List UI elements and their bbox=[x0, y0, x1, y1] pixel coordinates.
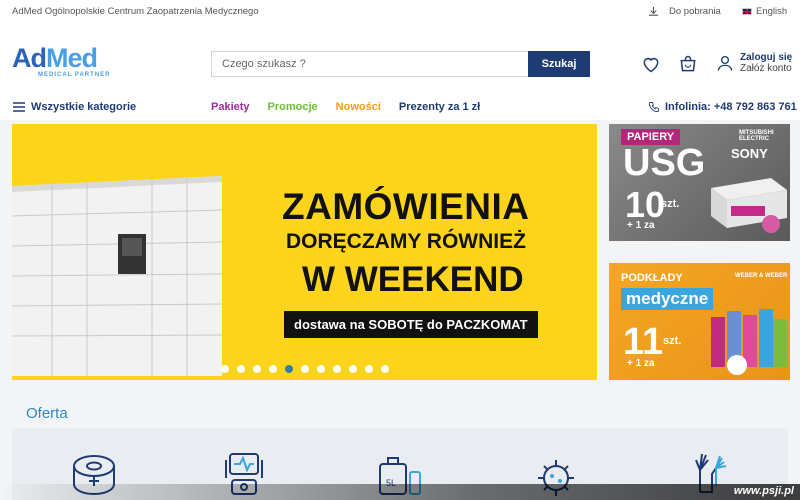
promo2-unit: szt. bbox=[663, 335, 682, 347]
nav-links: Pakiety Promocje Nowości Prezenty za 1 zł bbox=[211, 101, 480, 113]
nav-link-2[interactable]: Promocje bbox=[268, 101, 318, 113]
slider-dots bbox=[221, 365, 389, 373]
main-nav: Wszystkie kategorie Pakiety Promocje Nowoś… bbox=[0, 96, 800, 120]
top-bar: AdMed Ogólnopolskie Centrum Zaopatrzenia… bbox=[0, 0, 800, 24]
watermark-text: www.psji.pl bbox=[733, 485, 794, 497]
promo2-brand: WEBER & WEBER bbox=[735, 273, 788, 279]
promo-medical-pads[interactable]: PODKŁADY medyczne 11 szt. + 1 za WEBER &… bbox=[609, 263, 790, 380]
hero-line-2: DORĘCZAMY RÓWNIEŻ bbox=[286, 230, 526, 253]
login-link[interactable]: Zaloguj się bbox=[740, 52, 792, 63]
promo1-brand-sony: SONY bbox=[731, 146, 768, 161]
language-label: English bbox=[756, 6, 788, 17]
slider-dot[interactable] bbox=[221, 365, 229, 373]
phone-icon bbox=[649, 102, 659, 112]
pad-rolls-illustration bbox=[711, 309, 787, 375]
downloads-label: Do pobrania bbox=[669, 6, 721, 17]
register-link[interactable]: Załóż konto bbox=[740, 63, 792, 74]
uk-flag-icon bbox=[742, 8, 752, 15]
account-menu[interactable]: Zaloguj się Załóż konto bbox=[716, 52, 792, 74]
promo2-tag: PODKŁADY bbox=[621, 272, 683, 284]
logo-wordmark: AdMed bbox=[12, 43, 98, 73]
nav-link-1[interactable]: Pakiety bbox=[211, 101, 250, 113]
search-button[interactable]: Szukaj bbox=[528, 51, 590, 77]
downloads-link[interactable]: Do pobrania bbox=[648, 6, 721, 17]
search-input[interactable] bbox=[211, 51, 528, 77]
hero-line-1: ZAMÓWIENIA bbox=[282, 186, 530, 227]
promo-ultrasound-paper[interactable]: PAPIERY USG 10 szt. + 1 za SONY MITSUBIS… bbox=[609, 124, 790, 241]
promo1-unit: szt. bbox=[661, 198, 680, 210]
search-bar: Szukaj bbox=[211, 51, 590, 77]
slider-dot[interactable] bbox=[365, 365, 373, 373]
promo1-brand-mitsubishi: MITSUBISHI ELECTRIC bbox=[739, 130, 774, 142]
hotline-label: Infolinia: +48 792 863 761 bbox=[665, 101, 797, 113]
header: AdMed MEDICAL PARTNER Szukaj Zaloguj się… bbox=[0, 24, 800, 96]
heart-icon[interactable] bbox=[641, 54, 661, 74]
cart-bag-icon[interactable] bbox=[678, 54, 698, 74]
all-categories-label: Wszystkie kategorie bbox=[31, 101, 137, 113]
logo-tagline: MEDICAL PARTNER bbox=[38, 72, 111, 78]
hero-line-4: dostawa na SOBOTĘ do PACZKOMAT bbox=[284, 311, 538, 338]
nav-link-3[interactable]: Nowości bbox=[336, 101, 381, 113]
promo2-title: medyczne bbox=[621, 288, 714, 310]
offer-heading: Oferta bbox=[26, 405, 68, 422]
slider-dot[interactable] bbox=[269, 365, 277, 373]
promo1-bonus: + 1 za bbox=[627, 220, 655, 231]
promo1-title: USG bbox=[623, 142, 706, 184]
hamburger-icon bbox=[13, 102, 25, 112]
company-name: AdMed Ogólnopolskie Centrum Zaopatrzenia… bbox=[12, 6, 259, 17]
slider-dot[interactable] bbox=[333, 365, 341, 373]
slider-dot[interactable] bbox=[349, 365, 357, 373]
parcel-locker-illustration bbox=[12, 176, 222, 376]
slider-dot[interactable] bbox=[301, 365, 309, 373]
user-icon bbox=[717, 55, 733, 71]
slider-dot[interactable] bbox=[285, 365, 293, 373]
hotline[interactable]: Infolinia: +48 792 863 761 bbox=[648, 101, 797, 113]
slider-dot[interactable] bbox=[381, 365, 389, 373]
slider-dot[interactable] bbox=[237, 365, 245, 373]
slider-dot[interactable] bbox=[253, 365, 261, 373]
download-icon bbox=[648, 6, 659, 16]
hero-line-3: W WEEKEND bbox=[302, 260, 524, 299]
hero-banner[interactable]: ZAMÓWIENIA DORĘCZAMY RÓWNIEŻ W WEEKEND d… bbox=[12, 124, 597, 380]
watermark: www.psji.pl bbox=[0, 484, 800, 500]
all-categories-button[interactable]: Wszystkie kategorie bbox=[13, 101, 136, 113]
promo2-bonus: + 1 za bbox=[627, 358, 655, 369]
nav-link-4[interactable]: Prezenty za 1 zł bbox=[399, 101, 480, 113]
logo[interactable]: AdMed MEDICAL PARTNER bbox=[12, 44, 122, 84]
language-switch[interactable]: English bbox=[742, 6, 787, 17]
paper-boxes-illustration bbox=[711, 178, 787, 233]
slider-dot[interactable] bbox=[317, 365, 325, 373]
